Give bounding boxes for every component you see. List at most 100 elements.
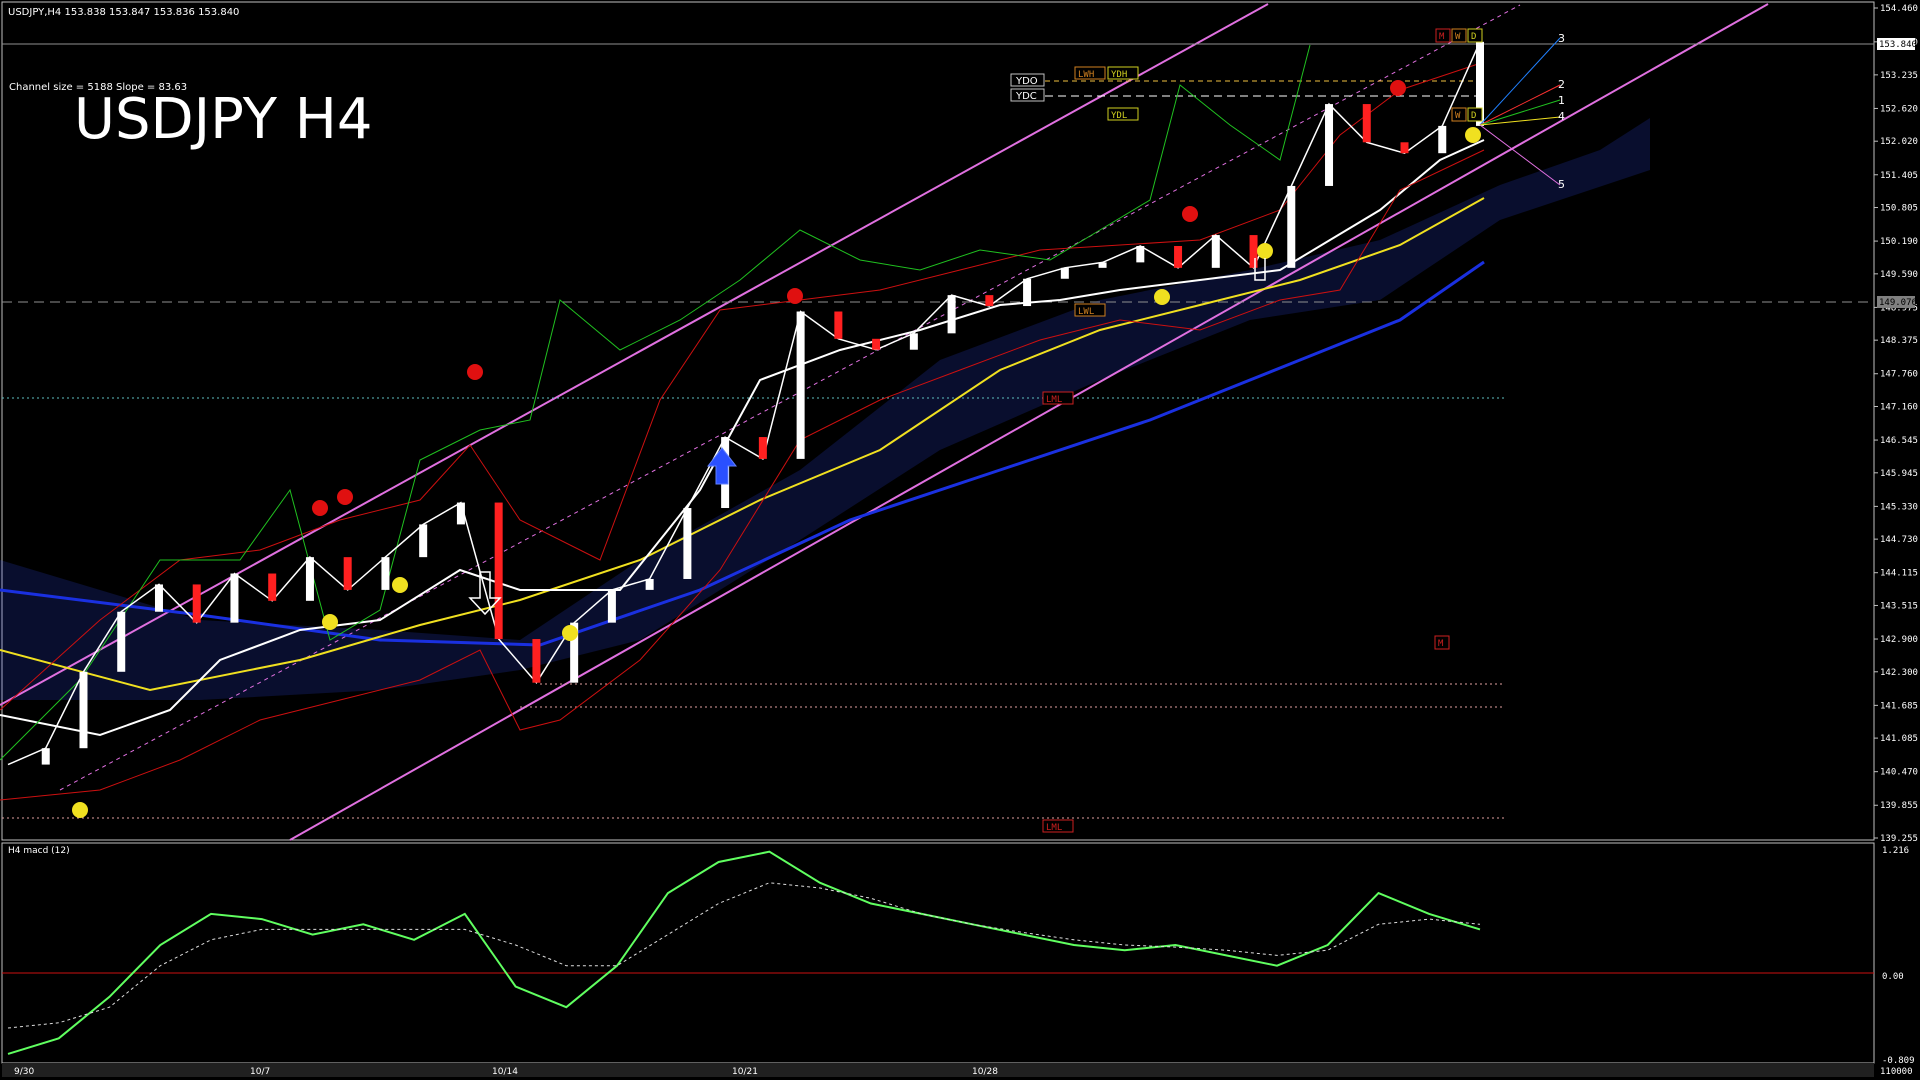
price-tick-label: 151.405 [1880,171,1918,181]
candle [683,508,692,579]
ref-price-tag: 149.076 [1877,296,1917,308]
extra-tick-label: 110000 [1880,1067,1913,1077]
price-tick-label: 141.085 [1880,734,1918,744]
candle [419,524,428,558]
svg-text:M: M [1438,639,1444,649]
chart-canvas: USDJPY,H4 153.838 153.847 153.836 153.84… [0,1,1918,1077]
candle [1023,278,1032,307]
svg-text:YDL: YDL [1111,111,1127,121]
fractal-marker [1154,289,1170,305]
lwh-box: LWH [1074,66,1106,80]
macd-panel-frame [1,842,1875,1064]
time-tick-label: 10/28 [972,1067,998,1077]
price-tick-label: 142.900 [1880,635,1918,645]
candle [456,502,465,525]
price-tick-label: 152.020 [1880,137,1918,147]
candle [305,557,314,601]
ydo-box: YDO [1010,73,1045,87]
m-box: M [1434,635,1450,650]
price-tick-label: 153.235 [1880,71,1918,81]
price-tick-label: 140.470 [1880,768,1918,778]
candle [532,639,541,683]
svg-text:YDH: YDH [1111,70,1127,80]
candle [41,748,50,765]
current-price-tag: 153.840 [1877,38,1917,50]
ichimoku-cloud [0,118,1650,700]
svg-text:W: W [1455,111,1461,121]
lml-box-lower: LML [1042,819,1074,833]
candle [607,589,616,623]
projection-label-5: 5 [1558,178,1565,191]
macd-tick-label: 0.00 [1882,972,1904,982]
candle [1211,235,1220,268]
ydl-box: YDL [1107,107,1139,121]
ma-blue [0,260,1485,647]
buy-arrow-icon [706,447,738,485]
candle [154,584,163,612]
wd-mid: W D [1451,107,1483,122]
candle [1136,246,1145,263]
candle [1438,125,1447,154]
time-tick-label: 10/14 [492,1067,518,1077]
price-tick-label: 149.590 [1880,270,1918,280]
time-tick-label: 10/21 [732,1067,758,1077]
svg-text:YDC: YDC [1015,91,1037,102]
projection-label-1: 1 [1558,94,1565,107]
candle [381,557,390,590]
projection-label-2: 2 [1558,78,1565,91]
price-tick-label: 146.545 [1880,436,1918,446]
price-tick-label: 154.460 [1880,4,1918,14]
projection-label-4: 4 [1558,110,1565,123]
price-tick-label: 144.115 [1880,569,1918,579]
ydh-box: YDH [1107,66,1139,80]
fractal-marker [337,489,353,505]
mwd-top: M W D [1435,28,1483,43]
time-tick-label: 9/30 [14,1067,34,1077]
fractal-marker [322,614,338,630]
svg-text:M: M [1439,32,1445,42]
macd-axis: 1.216 0.00 -0.809110000 [1880,846,1915,1077]
time-axis-strip [2,1063,1874,1077]
svg-text:LML: LML [1046,823,1062,833]
macd-tick-label: -0.809 [1882,1056,1915,1066]
fractal-marker [312,500,328,516]
svg-text:LWL: LWL [1078,307,1094,317]
projection-3 [1479,37,1561,126]
candle [834,311,843,339]
time-tick-label: 10/7 [250,1067,270,1077]
svg-text:D: D [1471,32,1476,42]
fractal-marker [467,364,483,380]
price-tick-label: 148.375 [1880,336,1918,346]
bollinger-upper [0,61,1485,711]
fractal-marker [1465,127,1481,143]
fractal-marker [562,625,578,641]
ydc-box: YDC [1010,88,1045,102]
projection-2 [1479,84,1561,126]
price-tick-label: 150.190 [1880,237,1918,247]
candle [1325,104,1334,186]
svg-text:LML: LML [1046,395,1062,405]
candle [796,311,805,459]
projection-5 [1479,124,1561,186]
big-title: USDJPY H4 [74,87,372,152]
symbol-info: USDJPY,H4 153.838 153.847 153.836 153.84… [8,7,239,18]
candle [494,502,503,640]
price-tick-label: 145.330 [1880,502,1918,512]
svg-text:YDO: YDO [1015,76,1038,87]
price-tick-label: 152.620 [1880,104,1918,114]
candle [985,295,994,307]
candle [79,671,88,749]
candle [947,295,956,334]
candle [268,573,277,601]
fractal-marker [1390,80,1406,96]
svg-text:153.840: 153.840 [1879,40,1917,50]
svg-text:D: D [1471,111,1476,121]
macd-line [7,850,1481,1055]
price-tick-label: 150.805 [1880,204,1918,214]
projection-label-3: 3 [1558,32,1565,45]
candle [343,557,352,590]
fractal-marker [392,577,408,593]
candle [1362,104,1371,143]
fractal-marker [72,802,88,818]
price-tick-label: 147.760 [1880,370,1918,380]
